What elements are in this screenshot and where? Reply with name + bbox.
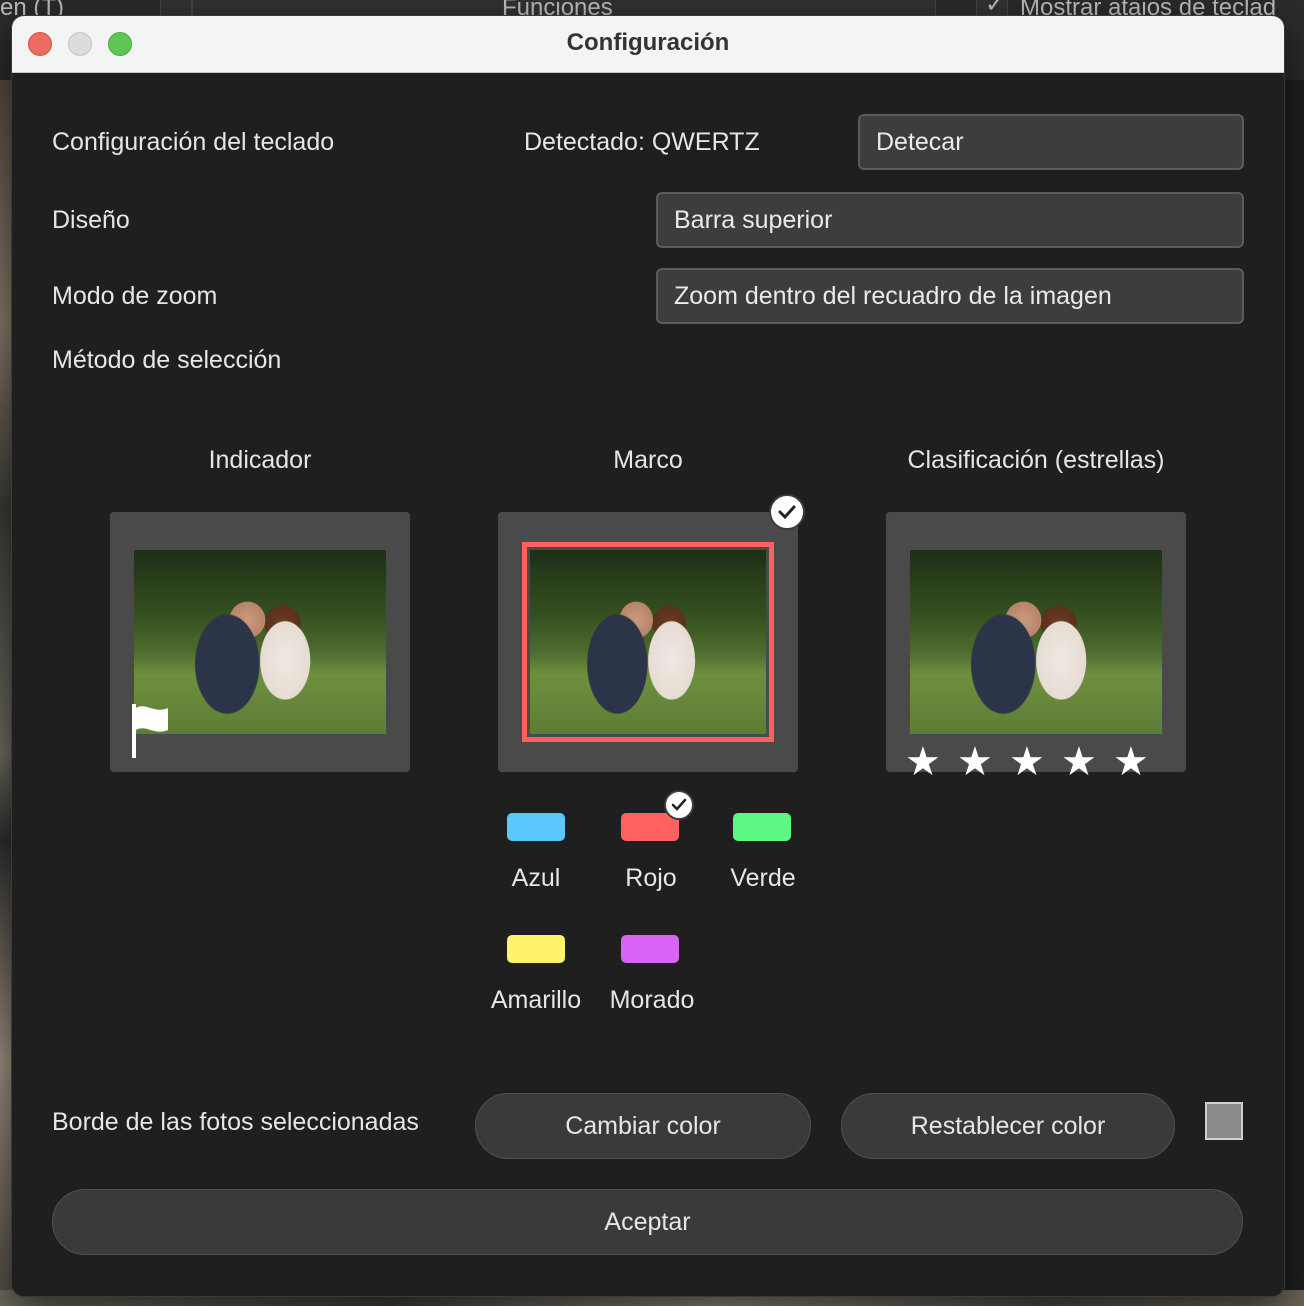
detect-keyboard-label: Detecar — [876, 127, 964, 156]
selection-option-frame[interactable] — [498, 512, 798, 772]
sample-photo — [910, 550, 1162, 734]
color-swatch-yellow[interactable] — [507, 935, 565, 963]
change-color-button[interactable]: Cambiar color — [475, 1093, 811, 1159]
detect-keyboard-button[interactable]: Detecar — [858, 114, 1244, 170]
star-icon: ★ — [1113, 740, 1149, 784]
keyboard-label: Configuración del teclado — [52, 128, 335, 156]
layout-select-value: Barra superior — [674, 205, 833, 234]
option-title-indicator: Indicador — [208, 446, 312, 474]
accept-label: Aceptar — [604, 1207, 691, 1236]
zoom-mode-label: Modo de zoom — [52, 282, 218, 310]
color-label-purple: Morado — [609, 986, 695, 1014]
zoom-mode-select[interactable]: Zoom dentro del recuadro de la imagen — [656, 268, 1244, 324]
settings-dialog: Configuración Configuración del teclado … — [12, 16, 1284, 1296]
star-icon: ★ — [1009, 740, 1045, 784]
frame-selected-check-icon — [769, 494, 805, 530]
reset-color-button[interactable]: Restablecer color — [841, 1093, 1175, 1159]
current-border-color-swatch[interactable] — [1205, 1102, 1243, 1140]
window-title: Configuración — [566, 29, 730, 56]
star-icon: ★ — [1061, 740, 1097, 784]
star-icon: ★ — [957, 740, 993, 784]
red-selected-check-icon — [664, 790, 694, 820]
color-label-yellow: Amarillo — [490, 986, 582, 1014]
layout-label: Diseño — [52, 206, 130, 234]
keyboard-detected-text: Detectado: QWERTZ — [524, 128, 760, 156]
color-swatch-purple[interactable] — [621, 935, 679, 963]
color-swatch-blue[interactable] — [507, 813, 565, 841]
color-swatch-green[interactable] — [733, 813, 791, 841]
color-label-blue: Azul — [511, 864, 561, 892]
zoom-mode-select-value: Zoom dentro del recuadro de la imagen — [674, 281, 1112, 310]
reset-color-label: Restablecer color — [910, 1111, 1106, 1140]
option-title-stars: Clasificación (estrellas) — [907, 446, 1165, 474]
selection-option-stars[interactable] — [886, 512, 1186, 772]
flag-icon — [132, 704, 168, 758]
border-color-label: Borde de las fotos seleccionadas — [52, 1108, 419, 1136]
background-panel — [1282, 80, 1304, 1306]
selection-method-label: Método de selección — [52, 346, 282, 374]
selection-option-indicator[interactable] — [110, 512, 410, 772]
color-label-green: Verde — [730, 864, 796, 892]
accept-button[interactable]: Aceptar — [52, 1189, 1243, 1255]
star-icon: ★ — [905, 740, 941, 784]
title-bar: Configuración — [12, 16, 1284, 73]
color-label-red: Rojo — [625, 864, 677, 892]
sample-photo — [530, 550, 766, 734]
change-color-label: Cambiar color — [565, 1111, 721, 1140]
layout-select[interactable]: Barra superior — [656, 192, 1244, 248]
option-title-frame: Marco — [613, 446, 683, 474]
